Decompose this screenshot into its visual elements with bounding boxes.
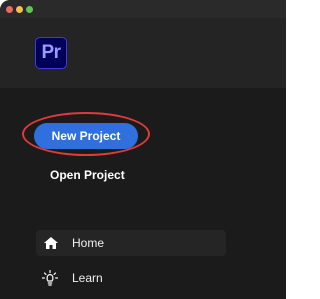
sidebar-item-learn[interactable]: Learn [36, 265, 226, 291]
zoom-window-button[interactable] [26, 6, 33, 13]
premiere-pro-logo: Pr [35, 37, 67, 69]
close-window-button[interactable] [6, 6, 13, 13]
home-icon [44, 237, 58, 249]
sidebar-item-home[interactable]: Home [36, 230, 226, 256]
window-titlebar [0, 0, 286, 18]
minimize-window-button[interactable] [16, 6, 23, 13]
open-project-button[interactable]: Open Project [50, 168, 125, 182]
lightbulb-icon [42, 270, 58, 286]
sidebar-item-label: Learn [72, 271, 103, 285]
premiere-pro-window: Pr New Project Open Project Home Learn [0, 0, 286, 299]
sidebar-item-label: Home [72, 236, 105, 250]
highlight-annotation-circle [22, 112, 150, 156]
